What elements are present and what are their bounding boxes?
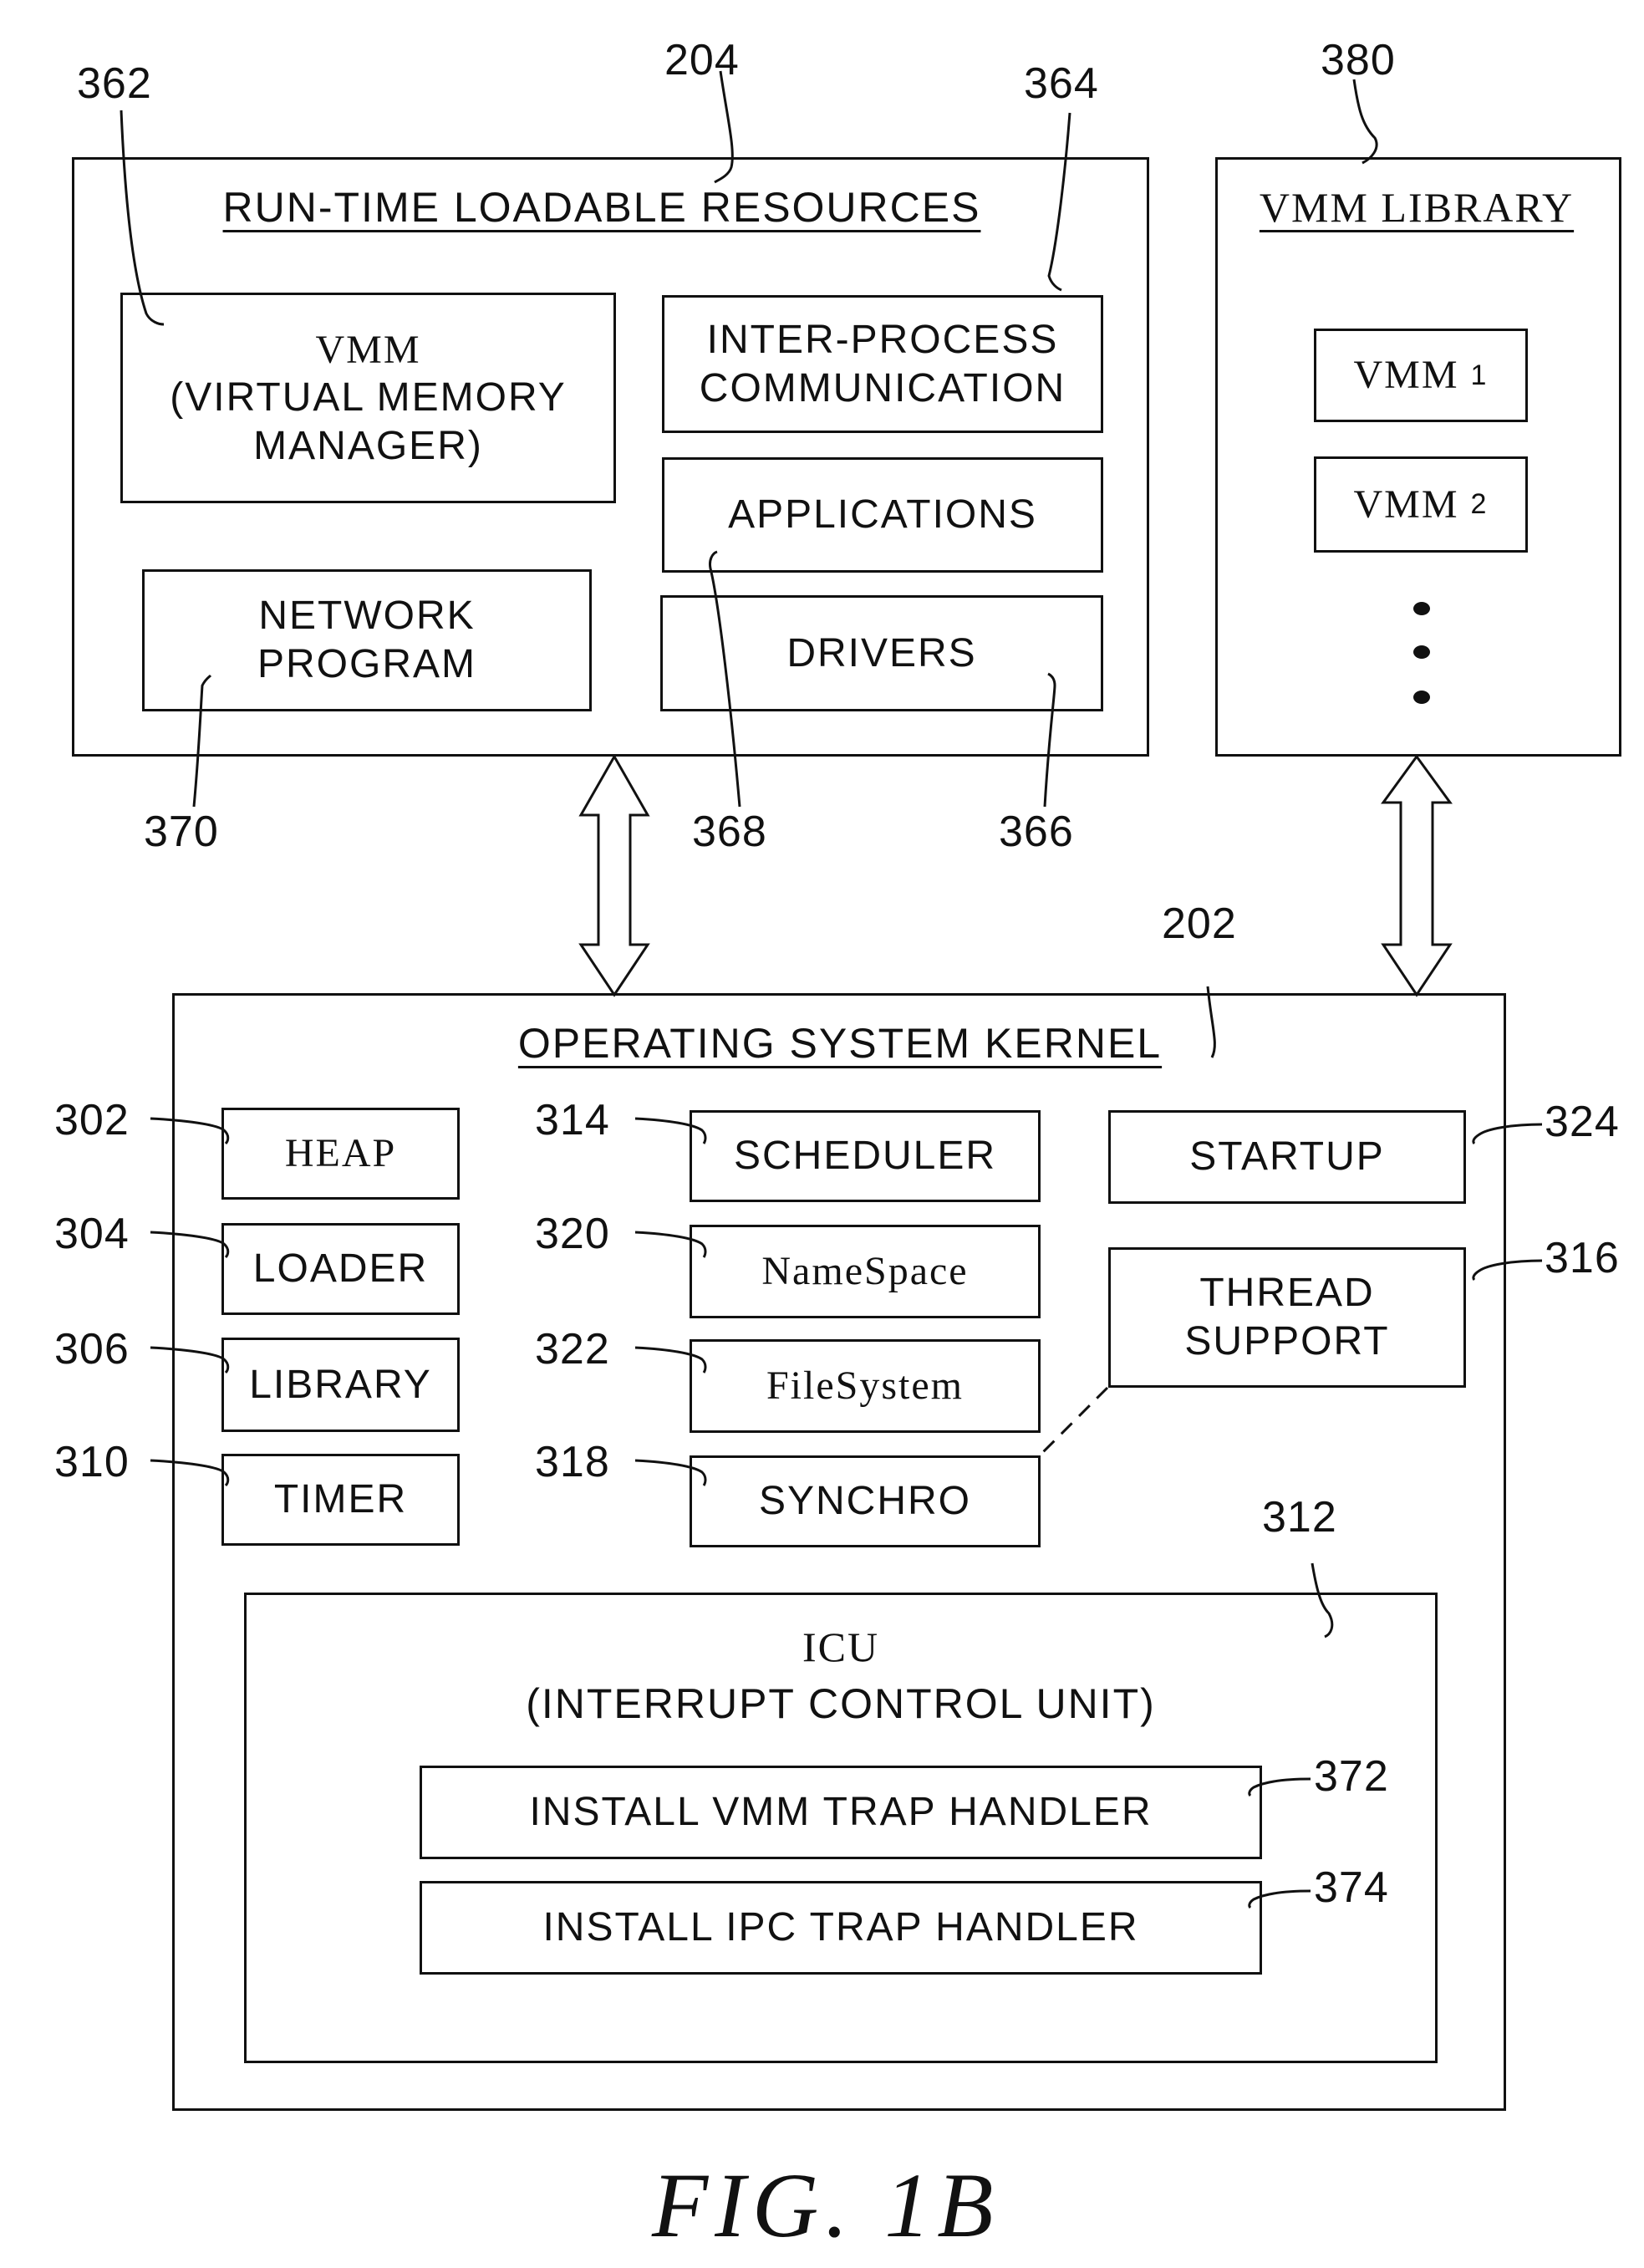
applications-label: APPLICATIONS xyxy=(728,492,1037,538)
thread-support-line1: THREAD xyxy=(1199,1271,1375,1316)
vmm2-subscript: 2 xyxy=(1470,488,1489,521)
ref-302: 302 xyxy=(54,1096,130,1144)
double-arrow-left xyxy=(578,753,650,997)
loader-label: LOADER xyxy=(252,1246,429,1292)
icu-subtitle: (INTERRUPT CONTROL UNIT) xyxy=(526,1680,1156,1727)
drivers-box: DRIVERS xyxy=(660,595,1103,711)
ipc-box: INTER-PROCESS COMMUNICATION xyxy=(662,295,1103,433)
figure-label: FIG. 1B xyxy=(652,2154,1000,2256)
scheduler-box: SCHEDULER xyxy=(690,1110,1041,1202)
loader-box: LOADER xyxy=(221,1223,460,1315)
ref-366: 366 xyxy=(999,808,1074,856)
ref-204: 204 xyxy=(664,36,740,84)
filesystem-box: FileSystem xyxy=(690,1339,1041,1433)
leader-380 xyxy=(1352,79,1378,165)
drivers-label: DRIVERS xyxy=(786,630,977,675)
applications-box: APPLICATIONS xyxy=(662,457,1103,573)
startup-label: STARTUP xyxy=(1189,1134,1385,1180)
ellipsis-dot xyxy=(1413,645,1430,659)
library-label: LIBRARY xyxy=(249,1362,432,1407)
vmm1-label: VMM xyxy=(1353,353,1459,398)
vmm1-box: VMM 1 xyxy=(1314,329,1528,422)
ref-202: 202 xyxy=(1162,900,1237,948)
install-vmm-trap-handler-label: INSTALL VMM TRAP HANDLER xyxy=(529,1790,1153,1835)
ellipsis-dot xyxy=(1413,602,1430,615)
ipc-label-line2: COMMUNICATION xyxy=(699,365,1066,410)
ellipsis-dot xyxy=(1413,691,1430,704)
network-program-box: NETWORK PROGRAM xyxy=(142,569,592,711)
ref-310: 310 xyxy=(54,1438,130,1486)
vmm-label-line3: MANAGER) xyxy=(253,423,483,468)
vmm-label-line2: (VIRTUAL MEMORY xyxy=(170,375,567,420)
vmm-label: VMM xyxy=(315,327,421,372)
synchro-box: SYNCHRO xyxy=(690,1455,1041,1547)
synchro-label: SYNCHRO xyxy=(758,1479,972,1524)
ref-304: 304 xyxy=(54,1210,130,1258)
install-ipc-trap-handler-label: INSTALL IPC TRAP HANDLER xyxy=(542,1905,1139,1950)
double-arrow-right xyxy=(1381,754,1453,997)
filesystem-label: FileSystem xyxy=(766,1363,965,1409)
scheduler-label: SCHEDULER xyxy=(733,1134,997,1179)
library-box: LIBRARY xyxy=(221,1338,460,1432)
ipc-label-line1: INTER-PROCESS xyxy=(706,317,1059,362)
vmm2-label: VMM xyxy=(1353,482,1459,527)
namespace-box: NameSpace xyxy=(690,1225,1041,1318)
runtime-resources-title: RUN-TIME LOADABLE RESOURCES xyxy=(222,184,981,231)
ref-324: 324 xyxy=(1545,1098,1620,1146)
ref-380: 380 xyxy=(1321,36,1396,84)
ref-362: 362 xyxy=(77,59,152,108)
ref-364: 364 xyxy=(1024,59,1099,108)
namespace-label: NameSpace xyxy=(761,1249,969,1294)
kernel-title: OPERATING SYSTEM KERNEL xyxy=(517,1020,1163,1067)
heap-box: HEAP xyxy=(221,1108,460,1200)
icu-title: ICU xyxy=(802,1623,880,1670)
ref-370: 370 xyxy=(144,808,219,856)
timer-label: TIMER xyxy=(273,1477,408,1522)
ref-306: 306 xyxy=(54,1325,130,1374)
vmm-library-title: VMM LIBRARY xyxy=(1259,184,1575,231)
network-label-line1: NETWORK xyxy=(258,594,476,639)
heap-label: HEAP xyxy=(284,1131,397,1176)
thread-support-line2: SUPPORT xyxy=(1184,1319,1390,1363)
startup-box: STARTUP xyxy=(1108,1110,1466,1204)
vmm-box: VMM (VIRTUAL MEMORY MANAGER) xyxy=(120,293,616,503)
vmm1-subscript: 1 xyxy=(1470,359,1489,391)
ref-368: 368 xyxy=(692,808,767,856)
install-ipc-trap-handler-box: INSTALL IPC TRAP HANDLER xyxy=(420,1881,1262,1975)
thread-support-box: THREAD SUPPORT xyxy=(1108,1247,1466,1388)
ref-316: 316 xyxy=(1545,1234,1620,1282)
timer-box: TIMER xyxy=(221,1454,460,1546)
vmm2-box: VMM 2 xyxy=(1314,456,1528,553)
install-vmm-trap-handler-box: INSTALL VMM TRAP HANDLER xyxy=(420,1766,1262,1859)
network-label-line2: PROGRAM xyxy=(257,642,476,686)
